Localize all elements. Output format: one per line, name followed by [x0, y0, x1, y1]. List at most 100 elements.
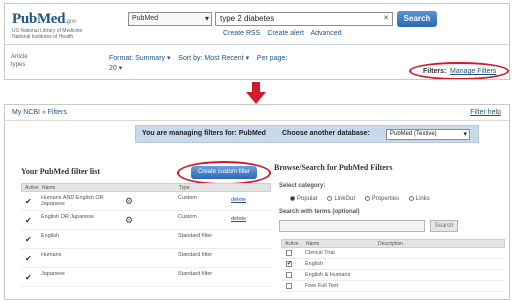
manage-filters-link[interactable]: Manage Filters — [450, 68, 496, 75]
search-terms-label: Search with terms (optional) — [279, 209, 360, 215]
column-header-name: Name — [42, 185, 56, 191]
browse-filters-title: Browse/Search for PubMed Filters — [274, 163, 393, 172]
article-types-line1: Article — [11, 54, 28, 60]
logo-suffix: .gov — [65, 17, 77, 25]
active-checkbox[interactable]: ✔ — [25, 197, 32, 206]
category-label: Links — [415, 196, 430, 203]
per-page-label: Per page: — [256, 55, 288, 62]
table-row: ✔ Humans Standard filter — [21, 249, 271, 268]
choose-database-label: Choose another database: — [282, 130, 370, 137]
table-row: ✔ Japanese Standard filter — [21, 268, 271, 287]
filter-checkbox[interactable] — [286, 283, 292, 289]
column-header-description: Description — [378, 241, 404, 247]
column-header-active: Active — [285, 241, 299, 247]
filter-name: English — [41, 233, 60, 239]
column-header-name: Name — [306, 241, 320, 247]
active-checkbox[interactable]: ✔ — [25, 273, 32, 282]
create-rss-link[interactable]: Create RSS — [223, 30, 260, 37]
chevron-down-icon: ▾ — [204, 14, 209, 23]
radio-dot — [290, 196, 295, 201]
filter-type: Standard filter — [178, 252, 213, 258]
display-settings-bar: Format: Summary ▾ Sort by: Most Recent ▾… — [109, 54, 287, 74]
choose-database-select[interactable]: PubMed (Textive) ▾ — [386, 129, 470, 140]
delete-link[interactable]: delete — [231, 216, 246, 222]
filter-checkbox[interactable] — [286, 272, 292, 278]
category-radio-links[interactable]: Links — [408, 196, 430, 203]
sort-dropdown[interactable]: Sort by: Most Recent ▾ — [178, 55, 249, 62]
filter-name: Humans AND English OR Japanese — [41, 195, 104, 207]
sort-label: Sort by: — [178, 55, 203, 62]
table-row: ✔ Humans AND English OR Japanese ⚙ Custo… — [21, 192, 271, 211]
radio-dot — [327, 196, 333, 201]
autocomplete-toggle-icon[interactable]: ✕ — [383, 14, 389, 22]
select-category-label: Select category: — [279, 183, 326, 189]
article-types-line2: types — [11, 62, 26, 68]
per-page-dropdown[interactable]: 20 ▾ — [109, 64, 287, 74]
filter-name: Japanese — [41, 271, 65, 277]
sort-value: Most Recent — [204, 55, 244, 62]
format-label: Format: — [109, 55, 134, 62]
category-radio-linkout[interactable]: LinkOut — [327, 196, 355, 202]
filter-table: Active Name Type ✔ Humans AND English OR… — [21, 183, 271, 287]
browse-filters-table: Active Name Description Clinical Trial ✔… — [281, 239, 505, 292]
delete-link[interactable]: delete — [231, 197, 246, 203]
category-radio-group: Popular LinkOut Properties Links — [290, 196, 438, 202]
filter-search-input[interactable] — [279, 220, 425, 232]
search-input[interactable]: type 2 diabetes ✕ — [215, 12, 393, 26]
pubmed-search-screenshot: PubMed.gov US National Library of Medici… — [4, 3, 510, 80]
category-label: LinkOut — [334, 196, 356, 203]
gear-icon[interactable]: ⚙ — [125, 215, 133, 226]
filter-list-title: Your PubMed filter list — [21, 167, 101, 176]
database-select[interactable]: PubMed ▾ — [128, 12, 212, 26]
active-checkbox[interactable]: ✔ — [25, 254, 32, 263]
column-header-type: Type — [179, 185, 190, 191]
table-row: ✔ English Standard filter — [21, 230, 271, 249]
category-radio-popular[interactable]: Popular — [290, 196, 318, 202]
advanced-search-link[interactable]: Advanced — [310, 30, 341, 37]
create-custom-filter-button[interactable]: Create custom filter — [191, 166, 257, 179]
table-row: ✔ English — [281, 259, 505, 270]
database-banner: You are managing filters for: PubMed Cho… — [135, 125, 479, 143]
pubmed-logo[interactable]: PubMed.gov US National Library of Medici… — [12, 11, 122, 40]
table-row: English & Humans — [281, 270, 505, 281]
search-links: Create RSS Create alert Advanced — [223, 30, 347, 37]
filter-name[interactable]: Free Full Text — [305, 283, 338, 289]
chevron-down-icon: ▾ — [463, 131, 467, 138]
format-value: Summary — [135, 55, 166, 62]
database-select-value: PubMed — [132, 15, 159, 22]
active-checkbox[interactable]: ✔ — [25, 216, 32, 225]
choose-database-value: PubMed (Textive) — [390, 131, 437, 137]
divider — [5, 44, 509, 45]
filter-name[interactable]: Clinical Trial — [305, 250, 335, 256]
filter-name[interactable]: English & Humans — [305, 272, 350, 278]
active-checkbox[interactable]: ✔ — [25, 235, 32, 244]
divider — [5, 120, 509, 121]
filter-name[interactable]: English — [305, 261, 323, 267]
breadcrumb[interactable]: My NCBI » Filters — [12, 109, 67, 116]
category-radio-properties[interactable]: Properties — [364, 196, 400, 203]
down-arrow-icon — [246, 82, 266, 104]
banner-text: You are managing filters for: PubMed — [142, 130, 266, 137]
category-label: Popular — [297, 196, 318, 203]
browse-table-header: Active Name Description — [281, 239, 505, 248]
filter-name: Humans — [41, 252, 62, 258]
table-row: ✔ English OR Japanese ⚙ Custom delete — [21, 211, 271, 230]
filter-type: Standard filter — [178, 233, 213, 239]
table-row: Free Full Text — [281, 281, 505, 292]
filter-help-link[interactable]: Filter help — [470, 109, 501, 116]
filter-search-button[interactable]: Search — [430, 220, 458, 232]
radio-dot — [408, 196, 414, 201]
category-label: Properties — [371, 196, 400, 203]
filter-name: English OR Japanese — [41, 214, 95, 220]
filter-checkbox[interactable]: ✔ — [286, 261, 292, 267]
format-dropdown[interactable]: Format: Summary ▾ — [109, 55, 171, 62]
filter-checkbox[interactable] — [286, 250, 292, 256]
gear-icon[interactable]: ⚙ — [125, 196, 133, 207]
manage-filters-screenshot: My NCBI » Filters Filter help You are ma… — [4, 104, 510, 300]
table-row: Clinical Trial — [281, 248, 505, 259]
create-alert-link[interactable]: Create alert — [267, 30, 304, 37]
filter-type: Custom — [178, 214, 197, 220]
search-button[interactable]: Search — [397, 11, 437, 27]
search-query-text: type 2 diabetes — [220, 14, 275, 23]
logo-subtitle-line2: National Institutes of Health — [12, 34, 74, 40]
